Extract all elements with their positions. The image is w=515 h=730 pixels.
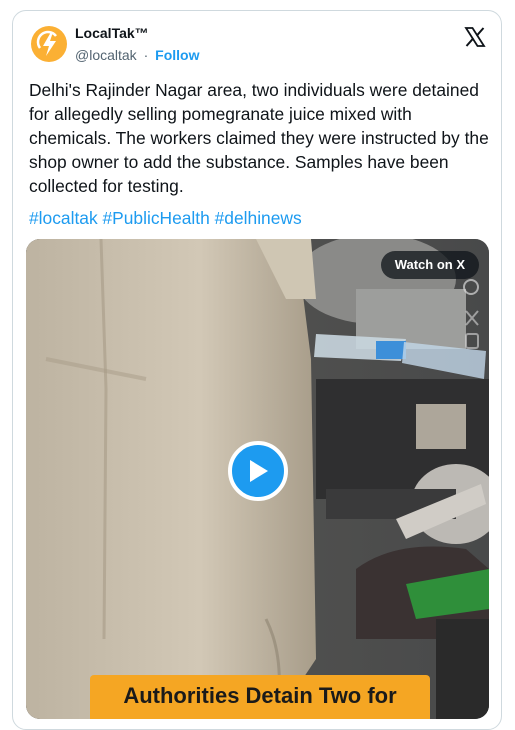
follow-button[interactable]: Follow bbox=[155, 47, 199, 63]
tweet-header: LocalTak™ @localtak · Follow bbox=[13, 11, 501, 71]
separator-dot: · bbox=[143, 47, 149, 63]
author-name[interactable]: LocalTak™ bbox=[75, 25, 149, 41]
hashtag-link[interactable]: #localtak bbox=[29, 208, 98, 228]
play-button[interactable] bbox=[228, 441, 288, 501]
video-caption: Authorities Detain Two for bbox=[123, 683, 397, 708]
x-logo-icon[interactable] bbox=[463, 25, 487, 49]
avatar[interactable] bbox=[31, 26, 67, 62]
hashtag-link[interactable]: #delhinews bbox=[215, 208, 302, 228]
tweet-text: Delhi's Rajinder Nagar area, two individ… bbox=[29, 80, 489, 196]
author-handle[interactable]: @localtak bbox=[75, 47, 137, 63]
lightning-bolt-icon bbox=[32, 27, 66, 61]
play-icon bbox=[250, 460, 268, 482]
handle-row: @localtak · Follow bbox=[75, 47, 199, 63]
hashtag-link[interactable]: #PublicHealth bbox=[102, 208, 209, 228]
tweet-embed-card[interactable]: LocalTak™ @localtak · Follow Delhi's Raj… bbox=[12, 10, 502, 730]
video-player[interactable]: Watch on X Authorities Detain Two for bbox=[26, 239, 489, 719]
watch-on-x-button[interactable]: Watch on X bbox=[380, 251, 479, 279]
hashtag-list: #localtak #PublicHealth #delhinews bbox=[29, 206, 302, 230]
